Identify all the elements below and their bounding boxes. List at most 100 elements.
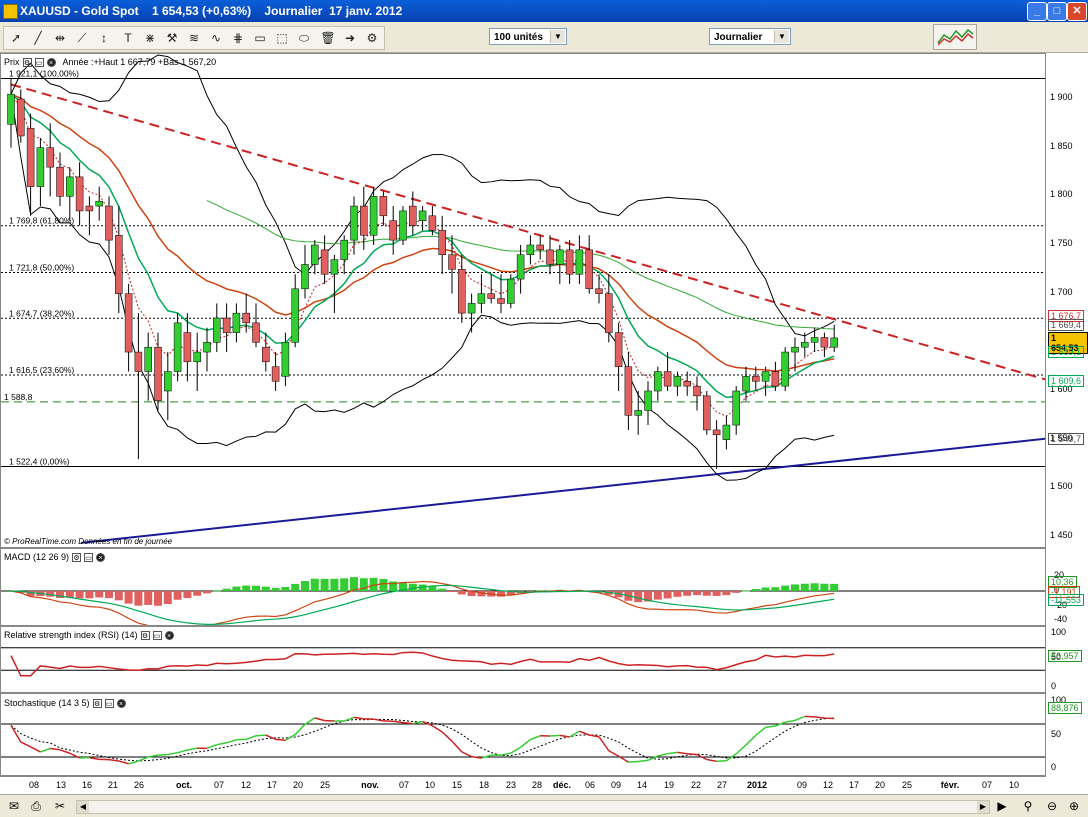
zoom-fit-icon[interactable]: ⚲ (1020, 798, 1036, 814)
candle (792, 347, 799, 352)
horizontal-line-icon[interactable]: ⇹ (52, 30, 68, 46)
close-panel-icon[interactable]: × (96, 553, 105, 562)
candle (517, 255, 524, 279)
play-icon[interactable]: ▶ (994, 798, 1010, 814)
print-icon[interactable]: ⎙ (28, 798, 44, 814)
stoch-tick: 0 (1051, 762, 1056, 772)
x-axis-label: 14 (637, 780, 647, 790)
magnet-icon[interactable]: ⚒ (164, 30, 180, 46)
window-icon[interactable]: ▭ (105, 699, 114, 708)
x-axis-label: 15 (452, 780, 462, 790)
x-axis-label: 07 (399, 780, 409, 790)
price-scale[interactable]: 1 9001 8501 8001 7501 7001 6501 6001 550… (1046, 53, 1088, 548)
scroll-right-arrow[interactable]: ▶ (977, 801, 989, 813)
fib-retracement-icon[interactable]: ⋕ (230, 30, 246, 46)
candle (194, 352, 201, 362)
x-axis[interactable]: 0813162126oct.0712172025nov.071015182328… (0, 776, 1046, 794)
candle (233, 313, 240, 332)
line-tool-icon[interactable]: ╱ (30, 30, 46, 46)
cut-icon[interactable]: ✂ (52, 798, 68, 814)
mail-icon[interactable]: ✉ (6, 798, 22, 814)
stoch-k-segment (256, 735, 266, 736)
macd-panel-header: MACD (12 26 9) ⚙ ▭ × (4, 552, 105, 562)
channel-icon[interactable]: ▭ (252, 30, 268, 46)
zoom-out-icon[interactable]: ⊖ (1044, 798, 1060, 814)
macd-histogram-bar (85, 591, 93, 598)
candle (831, 338, 838, 347)
stoch-chart[interactable] (1, 694, 1045, 775)
macd-histogram-bar (654, 591, 662, 600)
zoom-in-icon[interactable]: ⊕ (1066, 798, 1082, 814)
x-axis-label: 27 (717, 780, 727, 790)
vertical-line-icon[interactable]: ↕ (96, 30, 112, 46)
units-select[interactable]: 100 unités ▼ (489, 28, 567, 45)
wrench-icon[interactable]: ⚙ (141, 631, 150, 640)
text-tool-icon[interactable]: T (120, 30, 136, 46)
window-icon[interactable]: ▭ (35, 58, 44, 67)
wave-icon[interactable]: ∿ (208, 30, 224, 46)
candle (605, 294, 612, 333)
candle (733, 391, 740, 425)
stoch-k-segment (305, 718, 315, 724)
rsi-tick: 0 (1051, 681, 1056, 691)
moving-average-red (11, 94, 834, 371)
candle (155, 347, 162, 401)
window-icon[interactable]: ▭ (84, 553, 93, 562)
stoch-scale[interactable]: 100 50 0 88,876 (1046, 693, 1088, 776)
scroll-left-arrow[interactable]: ◀ (77, 801, 89, 813)
candle (57, 167, 64, 196)
close-button[interactable]: ✕ (1067, 2, 1087, 21)
arrow-icon[interactable]: ➜ (342, 30, 358, 46)
bottom-toolbar: ✉ ⎙ ✂ ◀ ▶ ▶ ⚲ ⊖ ⊕ (0, 794, 1088, 817)
stoch-k-segment (432, 726, 442, 732)
x-axis-label: 10 (425, 780, 435, 790)
rsi-scale[interactable]: 100 50 0 56,957 (1046, 626, 1088, 693)
close-panel-icon[interactable]: × (117, 699, 126, 708)
period-select[interactable]: Journalier ▼ (709, 28, 791, 45)
x-axis-label: 18 (479, 780, 489, 790)
x-axis-label: 2012 (747, 780, 767, 790)
stoch-panel-label: Stochastique (14 3 5) (4, 698, 90, 708)
macd-histogram-bar (301, 581, 309, 591)
price-value-box: 1 639,1 (1048, 346, 1084, 358)
candle (449, 255, 456, 270)
minimize-button[interactable]: _ (1027, 2, 1047, 21)
window-icon[interactable]: ▭ (153, 631, 162, 640)
macd-scale[interactable]: 20 0 -20 -40 10,36 -1,191 -11,553 (1046, 548, 1088, 626)
wrench-icon[interactable]: ⚙ (72, 553, 81, 562)
maximize-button[interactable]: □ (1047, 2, 1067, 21)
macd-histogram-bar (781, 586, 789, 591)
fibonacci-fan-icon[interactable]: ⋇ (142, 30, 158, 46)
app-icon (3, 4, 18, 19)
pattern-icon[interactable]: ≋ (186, 30, 202, 46)
candle (17, 99, 24, 136)
candle (331, 260, 338, 275)
macd-histogram-bar (742, 590, 750, 591)
horizontal-scrollbar[interactable]: ◀ ▶ (76, 800, 990, 814)
settings-icon[interactable]: ⚙ (364, 30, 380, 46)
chart-type-icon[interactable] (933, 24, 977, 50)
trendline-icon[interactable]: ⟋ (74, 30, 90, 46)
candle (439, 230, 446, 254)
candle (106, 206, 113, 240)
candle (625, 367, 632, 416)
candle (488, 294, 495, 299)
wrench-icon[interactable]: ⚙ (23, 58, 32, 67)
rectangle-icon[interactable]: ⬚ (274, 30, 290, 46)
candle (498, 299, 505, 304)
price-chart[interactable]: 1 921,1 (100,00%)1 769,8 (61,80%)1 721,8… (1, 54, 1045, 547)
macd-histogram-bar (683, 591, 691, 596)
x-axis-label: 21 (108, 780, 118, 790)
candle (664, 372, 671, 387)
macd-histogram-bar (448, 591, 456, 592)
macd-chart[interactable] (1, 549, 1045, 625)
stoch-k-segment (687, 754, 697, 755)
stoch-k-segment (746, 735, 756, 745)
close-panel-icon[interactable]: × (165, 631, 174, 640)
wrench-icon[interactable]: ⚙ (93, 699, 102, 708)
macd-histogram-bar (664, 591, 672, 598)
pointer-icon[interactable]: ➚ (8, 30, 24, 46)
trash-icon[interactable]: 🗑 (320, 30, 336, 46)
ellipse-icon[interactable]: ⬭ (296, 30, 312, 46)
close-panel-icon[interactable]: × (47, 58, 56, 67)
